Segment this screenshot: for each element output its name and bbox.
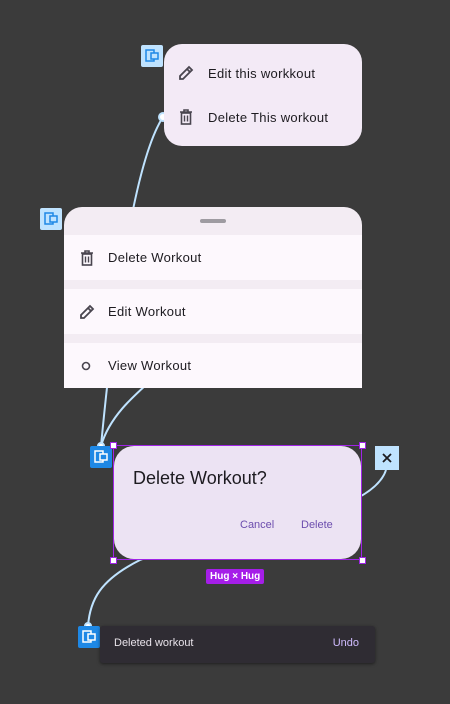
resize-handle-bottom-right[interactable] [359,557,366,564]
component-marker-icon[interactable] [40,208,62,230]
sheet-item-label: View Workout [108,358,192,373]
close-icon[interactable] [375,446,399,470]
sheet-item-delete[interactable]: Delete Workout [64,235,362,280]
snackbar-message: Deleted workout [114,637,194,649]
sheet-item-label: Edit Workout [108,304,186,319]
menu-item-label: Delete This workout [208,109,329,125]
component-marker-icon[interactable] [141,45,163,67]
menu-item-label: Edit this workkout [208,65,316,81]
sheet-item-label: Delete Workout [108,250,202,265]
resize-handle-bottom-left[interactable] [110,557,117,564]
resize-handle-top-right[interactable] [359,442,366,449]
selection-outline [113,445,362,560]
circle-icon [77,356,97,376]
pencil-icon [176,63,196,83]
component-marker-icon[interactable] [90,446,112,468]
component-marker-icon[interactable] [78,626,100,648]
menu-item-delete[interactable]: Delete This workout [164,95,362,139]
resize-handle-top-left[interactable] [110,442,117,449]
workout-menu-card: Edit this workkout Delete This workout [164,44,362,146]
size-badge: Hug × Hug [206,569,265,584]
drag-handle[interactable] [200,219,226,223]
trash-icon [77,248,97,268]
snackbar: Deleted workout Undo [100,626,375,663]
pencil-icon [77,302,97,322]
sheet-item-edit[interactable]: Edit Workout [64,289,362,334]
trash-icon [176,107,196,127]
menu-item-edit[interactable]: Edit this workkout [164,51,362,95]
undo-button[interactable]: Undo [333,637,359,649]
sheet-item-view[interactable]: View Workout [64,343,362,388]
workout-bottom-sheet: Delete Workout Edit Workout View Workout [64,207,362,388]
